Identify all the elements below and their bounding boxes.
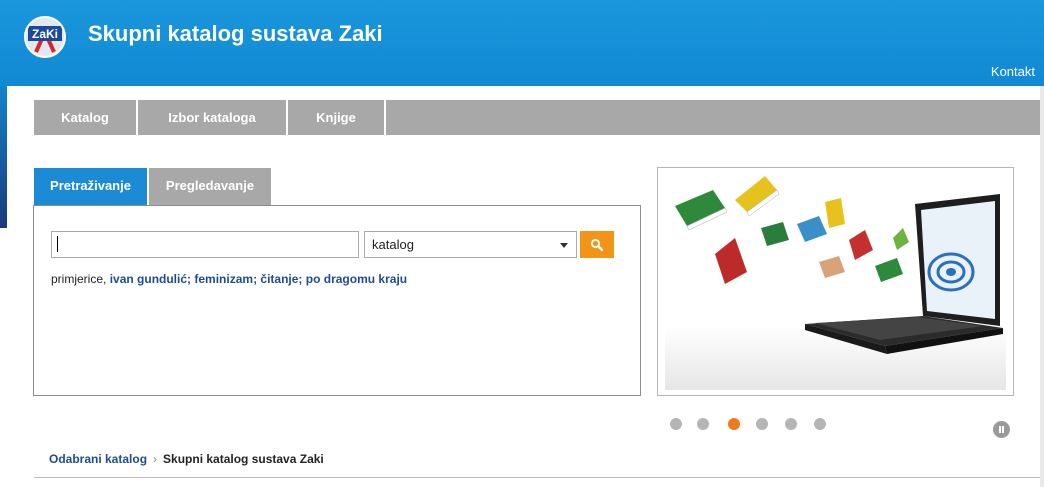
breadcrumb-current: Skupni katalog sustava Zaki	[163, 452, 324, 466]
example-link-citanje[interactable]: čitanje	[260, 272, 298, 286]
slider-dot-1[interactable]	[670, 418, 682, 430]
slider-image-books-laptop[interactable]	[665, 176, 1006, 390]
slider-dot-3-active[interactable]	[728, 418, 740, 430]
side-accent-strip	[0, 86, 7, 228]
breadcrumb: Odabrani katalog › Skupni katalog sustava …	[49, 452, 324, 466]
tab-pretrazivanje[interactable]: Pretraživanje	[34, 168, 147, 206]
slider-dot-5[interactable]	[785, 418, 797, 430]
nav-item-izbor-kataloga[interactable]: Izbor kataloga	[138, 100, 288, 135]
search-input[interactable]	[51, 231, 359, 258]
kontakt-link[interactable]: Kontakt	[991, 64, 1035, 79]
page-right-edge	[1040, 86, 1044, 487]
books-laptop-illustration	[665, 176, 1006, 390]
example-link-po-dragomu-kraju[interactable]: po dragomu kraju	[306, 272, 407, 286]
breadcrumb-link-odabrani-katalog[interactable]: Odabrani katalog	[49, 452, 147, 466]
search-icon	[590, 238, 604, 252]
search-button[interactable]	[580, 231, 614, 258]
catalog-select[interactable]: katalog	[364, 231, 577, 258]
catalog-select-value: katalog	[372, 237, 414, 252]
logo-text: ZaKi	[32, 27, 58, 41]
zaki-logo-graphic: ZaKi	[26, 18, 64, 56]
zaki-logo[interactable]: ZaKi	[24, 16, 66, 58]
text-cursor	[57, 236, 58, 252]
example-link-ivan-gundulic[interactable]: ivan gundulić	[110, 272, 187, 286]
site-title: Skupni katalog sustava Zaki	[88, 21, 383, 46]
pause-icon[interactable]	[993, 421, 1010, 438]
chevron-down-icon	[560, 243, 568, 248]
divider	[34, 477, 1040, 478]
slider-dot-2[interactable]	[697, 418, 709, 430]
slider-dot-4[interactable]	[756, 418, 768, 430]
examples-prefix: primjerice,	[51, 272, 107, 286]
example-link-feminizam[interactable]: feminizam	[194, 272, 253, 286]
tab-pregledavanje[interactable]: Pregledavanje	[149, 168, 271, 206]
nav-item-knjige[interactable]: Knjige	[288, 100, 386, 135]
search-examples: primjerice, ivan gundulić; feminizam; či…	[51, 272, 408, 286]
chevron-right-icon: ›	[153, 452, 158, 466]
slider-dot-6[interactable]	[814, 418, 826, 430]
nav-item-katalog[interactable]: Katalog	[34, 100, 138, 135]
main-nav: Katalog Izbor kataloga Knjige	[34, 100, 1040, 135]
